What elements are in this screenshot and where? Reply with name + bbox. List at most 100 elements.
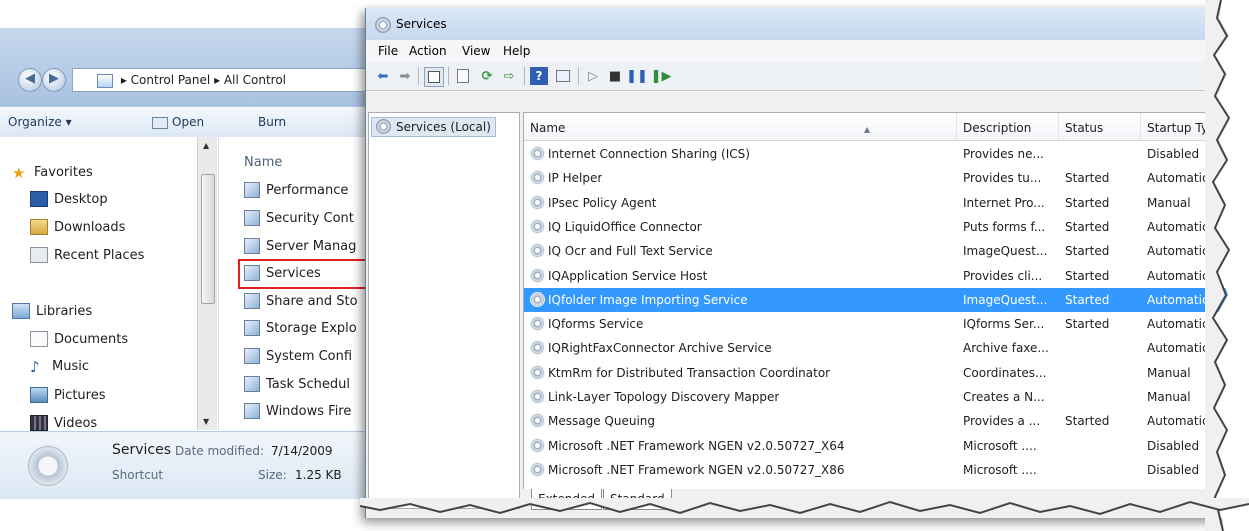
- cell-status: Started: [1065, 219, 1110, 234]
- task-scheduler-icon: [244, 376, 260, 392]
- toolbar-separator: [448, 67, 449, 85]
- file-item[interactable]: System Confi: [244, 348, 352, 364]
- cell-startup-type: Automatic: [1147, 414, 1209, 429]
- table-row[interactable]: KtmRm for Distributed Transaction Coordi…: [524, 361, 1249, 385]
- gear-icon: [530, 461, 545, 477]
- resume-icon[interactable]: ❚▶: [651, 67, 672, 85]
- table-row[interactable]: IQfolder Image Importing Service ImageQue…: [524, 287, 1249, 312]
- torn-edge-right: [1205, 0, 1249, 531]
- help-icon[interactable]: ?: [530, 67, 548, 85]
- cell-name: Message Queuing: [548, 414, 656, 429]
- table-row[interactable]: IPsec Policy Agent Internet Pro... Started…: [524, 191, 1249, 215]
- storage-icon: [244, 320, 260, 336]
- cell-name: IPsec Policy Agent: [548, 195, 657, 210]
- cell-name: IP Helper: [548, 171, 603, 186]
- file-item-label: Task Schedul: [266, 376, 350, 392]
- export-icon[interactable]: ⇨: [500, 67, 518, 85]
- column-header-label: Description: [963, 121, 1032, 135]
- properties-icon[interactable]: [454, 67, 472, 85]
- show-hide-console-tree-icon[interactable]: [424, 67, 444, 87]
- column-header-label: Status: [1065, 121, 1104, 135]
- system-config-icon: [244, 348, 260, 364]
- refresh-icon[interactable]: ⟳: [478, 67, 496, 85]
- cell-description: Microsoft ....: [963, 438, 1037, 453]
- action-pane-icon[interactable]: [554, 67, 572, 85]
- play-icon[interactable]: ▷: [584, 67, 602, 85]
- file-item-label: Server Manag: [266, 238, 357, 254]
- cell-startup-type: Disabled: [1147, 438, 1200, 453]
- explorer-file-items: Performance Security Cont Server Manag S…: [0, 0, 370, 531]
- file-item[interactable]: Windows Fire: [244, 403, 351, 419]
- cell-name: IQfolder Image Importing Service: [548, 292, 748, 307]
- cell-status: Started: [1065, 414, 1110, 429]
- cell-name: IQRightFaxConnector Archive Service: [548, 341, 772, 356]
- cell-description: Microsoft ....: [963, 462, 1037, 477]
- table-row[interactable]: Microsoft .NET Framework NGEN v2.0.50727…: [524, 458, 1249, 482]
- table-row[interactable]: Internet Connection Sharing (ICS) Provide…: [524, 142, 1249, 166]
- file-item-label: Performance: [266, 182, 349, 198]
- cell-description: Puts forms f...: [963, 219, 1046, 234]
- toolbar-separator: [524, 67, 525, 85]
- cell-name: Microsoft .NET Framework NGEN v2.0.50727…: [548, 462, 845, 477]
- back-icon[interactable]: ⬅: [374, 67, 392, 85]
- table-row[interactable]: Link-Layer Topology Discovery Mapper Crea…: [524, 385, 1249, 409]
- cell-status: Started: [1065, 268, 1110, 283]
- cell-startup-type: Automatic: [1147, 268, 1209, 283]
- column-header-description[interactable]: Description: [957, 113, 1059, 140]
- cell-startup-type: Automatic: [1147, 317, 1209, 332]
- table-row[interactable]: IQ LiquidOffice Connector Puts forms f...…: [524, 215, 1249, 239]
- forward-icon[interactable]: ➡: [396, 67, 414, 85]
- cell-status: Started: [1065, 195, 1110, 210]
- table-row[interactable]: Message Queuing Provides a ... Started Auto…: [524, 409, 1249, 433]
- server-manager-icon: [244, 238, 260, 254]
- table-row[interactable]: IQforms Service IQforms Ser... Started Auto…: [524, 312, 1249, 336]
- table-row[interactable]: IQ Ocr and Full Text Service ImageQuest..…: [524, 239, 1249, 263]
- pause-icon[interactable]: ❚❚: [626, 67, 648, 85]
- table-row[interactable]: IQRightFaxConnector Archive Service Archi…: [524, 336, 1249, 360]
- gear-icon: [530, 340, 545, 356]
- column-header-label: Name: [530, 121, 566, 135]
- menu-help[interactable]: Help: [503, 44, 530, 58]
- table-row[interactable]: IP Helper Provides tu... Started Automatic: [524, 166, 1249, 190]
- column-header-name[interactable]: Name ▲: [524, 113, 957, 140]
- cell-description: Internet Pro...: [963, 195, 1045, 210]
- cell-description: Coordinates...: [963, 365, 1047, 380]
- file-item[interactable]: Task Schedul: [244, 376, 350, 392]
- file-item-label: Storage Explo: [266, 320, 357, 336]
- file-item[interactable]: Security Cont: [244, 210, 354, 226]
- column-header-status[interactable]: Status: [1059, 113, 1141, 140]
- file-item-label: System Confi: [266, 348, 353, 364]
- file-item[interactable]: Storage Explo: [244, 320, 357, 336]
- cell-status: Started: [1065, 292, 1110, 307]
- gear-icon: [530, 146, 545, 161]
- cell-startup-type: Manual: [1147, 390, 1191, 404]
- cell-name: Internet Connection Sharing (ICS): [548, 147, 750, 161]
- table-row[interactable]: Microsoft .NET Framework NGEN v2.0.50727…: [524, 434, 1249, 458]
- file-item-label: Windows Fire: [266, 403, 352, 419]
- cell-startup-type: Disabled: [1147, 462, 1200, 477]
- gear-icon: [530, 194, 545, 210]
- cell-description: IQforms Ser...: [963, 317, 1045, 332]
- gear-icon: [530, 267, 545, 283]
- file-item[interactable]: Server Manag: [244, 238, 356, 254]
- performance-icon: [244, 182, 260, 198]
- gear-icon: [530, 316, 545, 332]
- tree-item-services-local[interactable]: Services (Local): [371, 117, 496, 137]
- gear-icon: [530, 170, 545, 186]
- stop-icon[interactable]: ■: [606, 67, 624, 85]
- menu-action[interactable]: Action: [409, 44, 447, 58]
- gear-icon: [530, 437, 545, 453]
- file-item[interactable]: Share and Sto: [244, 293, 358, 309]
- menu-file[interactable]: File: [378, 44, 398, 58]
- cell-startup-type: Automatic: [1147, 292, 1209, 307]
- cell-description: ImageQuest...: [963, 292, 1048, 307]
- cell-description: Provides tu...: [963, 171, 1042, 186]
- services-title-bar[interactable]: Services: [366, 8, 1249, 40]
- sort-ascending-icon: ▲: [864, 125, 871, 134]
- file-item[interactable]: Performance: [244, 182, 348, 198]
- firewall-icon: [244, 403, 260, 419]
- table-row[interactable]: IQApplication Service Host Provides cli..…: [524, 264, 1249, 288]
- cell-description: Provides ne...: [963, 147, 1044, 161]
- menu-view[interactable]: View: [462, 44, 490, 58]
- cell-status: Started: [1065, 317, 1110, 332]
